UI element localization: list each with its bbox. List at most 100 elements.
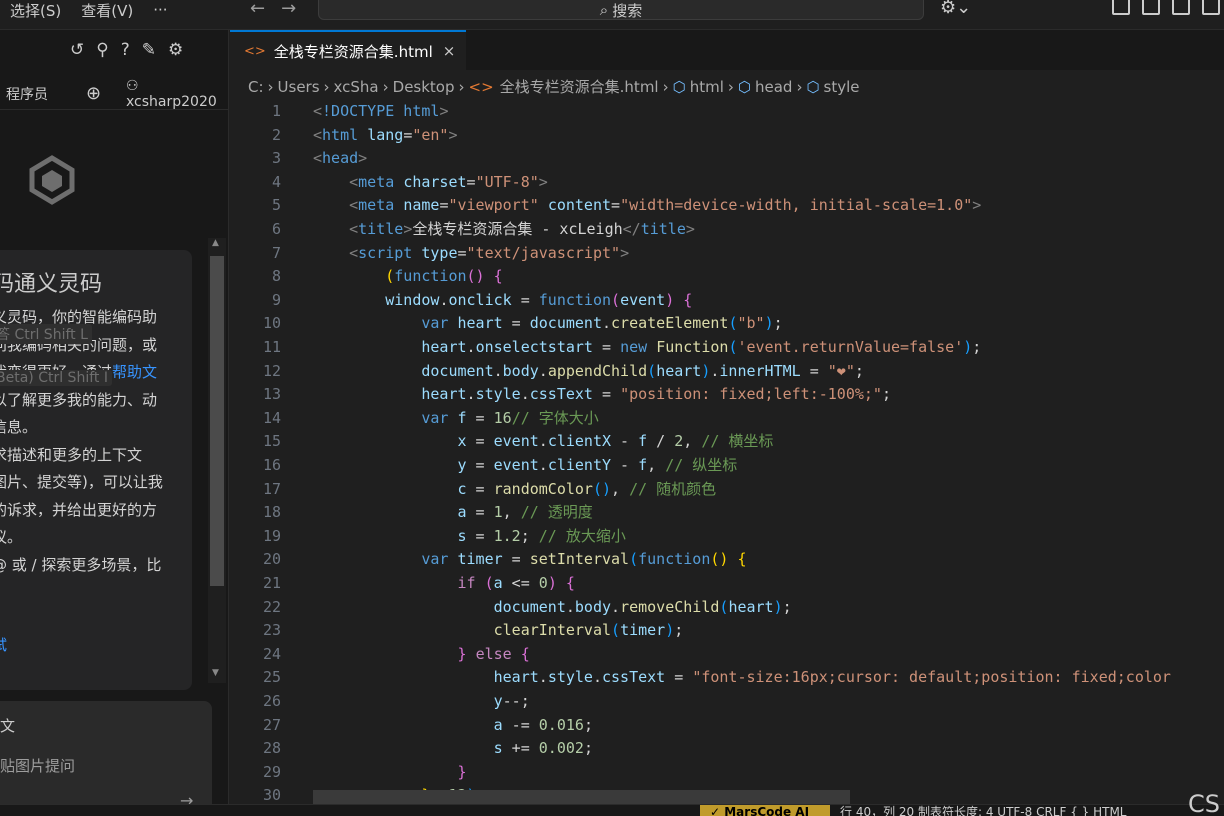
code-line[interactable]: 3 <head> bbox=[230, 147, 1224, 171]
code-line[interactable]: 2 <html lang="en"> bbox=[230, 124, 1224, 148]
code-line[interactable]: 8 (function() { bbox=[230, 265, 1224, 289]
code-line[interactable]: 20 var timer = setInterval(function() { bbox=[230, 548, 1224, 572]
toggle-sidebar-icon[interactable] bbox=[1142, 0, 1160, 15]
help-doc-link[interactable]: 帮助文 bbox=[112, 363, 157, 381]
breadcrumb-drive[interactable]: C: bbox=[248, 78, 264, 96]
gear-icon[interactable]: ⚙ bbox=[168, 40, 183, 60]
code-line[interactable]: 25 heart.style.cssText = "font-size:16px… bbox=[230, 666, 1224, 690]
toggle-panel-icon[interactable] bbox=[1172, 0, 1190, 15]
line-number: 19 bbox=[262, 526, 281, 545]
line-number: 2 bbox=[271, 125, 281, 144]
code-line[interactable]: 10 var heart = document.createElement("b… bbox=[230, 312, 1224, 336]
code-line[interactable]: 29 } bbox=[230, 761, 1224, 785]
code-line[interactable]: 1 <!DOCTYPE html> bbox=[230, 100, 1224, 124]
code-line[interactable]: 6 <title>全栈专栏资源合集 - xcLeigh</title> bbox=[230, 218, 1224, 242]
code-text: } bbox=[457, 762, 467, 781]
code-text: x = event.clientX - f / 2, // 横坐标 bbox=[457, 432, 774, 451]
code-line[interactable]: 4 <meta charset="UTF-8"> bbox=[230, 171, 1224, 195]
status-info[interactable]: 行 40，列 20 制表符长度: 4 UTF-8 CRLF { } HTML bbox=[840, 805, 1127, 816]
breadcrumb-user[interactable]: xcSha bbox=[334, 78, 379, 96]
code-line[interactable]: 7 <script type="text/javascript"> bbox=[230, 242, 1224, 266]
code-line[interactable]: 27 a -= 0.016; bbox=[230, 714, 1224, 738]
history-icon[interactable]: ↺ bbox=[70, 40, 84, 60]
try-link[interactable]: 试 bbox=[0, 634, 7, 655]
code-line[interactable]: 5 <meta name="viewport" content="width=d… bbox=[230, 194, 1224, 218]
user-account[interactable]: ⚇ xcsharp2020 bbox=[126, 78, 229, 110]
code-line[interactable]: 21 if (a <= 0) { bbox=[230, 572, 1224, 596]
code-text: s = 1.2; // 放大缩小 bbox=[457, 526, 626, 545]
code-line[interactable]: 12 document.body.appendChild(heart).inne… bbox=[230, 360, 1224, 384]
menu-view[interactable]: 查看(V) bbox=[81, 0, 133, 21]
line-number: 11 bbox=[262, 338, 281, 356]
forward-arrow-icon[interactable]: → bbox=[281, 0, 296, 19]
tab-label: 全栈专栏资源合集.html bbox=[273, 42, 433, 61]
breadcrumb-file[interactable]: 全栈专栏资源合集.html bbox=[500, 76, 659, 97]
code-line[interactable]: 17 c = randomColor(), // 随机颜色 bbox=[230, 478, 1224, 502]
chat-scrollbar[interactable]: ▲ ▼ bbox=[208, 238, 226, 683]
code-line[interactable]: 15 x = event.clientX - f / 2, // 横坐标 bbox=[230, 430, 1224, 454]
breadcrumb-html[interactable]: html bbox=[690, 78, 724, 96]
scroll-thumb[interactable] bbox=[210, 256, 224, 586]
code-text: <head> bbox=[313, 149, 368, 168]
breadcrumb-head[interactable]: head bbox=[755, 78, 792, 96]
line-number: 26 bbox=[262, 692, 281, 710]
input-context-label: 文 bbox=[0, 717, 16, 735]
tab-active-file[interactable]: <> 全栈专栏资源合集.html × bbox=[230, 30, 466, 70]
horizontal-scrollbar[interactable] bbox=[313, 790, 850, 804]
marscode-status[interactable]: ✓ MarsCode AI bbox=[700, 805, 830, 816]
line-number: 14 bbox=[262, 408, 281, 427]
close-tab-icon[interactable]: × bbox=[443, 42, 456, 60]
code-line[interactable]: 13 heart.style.cssText = "position: fixe… bbox=[230, 383, 1224, 407]
menu-more[interactable]: ··· bbox=[153, 1, 167, 19]
layout-customize-icon[interactable] bbox=[1112, 0, 1130, 15]
panel-header: 程序员 ⊕ ⚇ xcsharp2020 bbox=[0, 78, 229, 110]
search-label: 搜索 bbox=[612, 1, 643, 20]
code-text: (function() { bbox=[385, 267, 503, 286]
copilot-icon[interactable]: ⚙⌄ bbox=[940, 0, 971, 18]
code-line[interactable]: 28 s += 0.002; bbox=[230, 737, 1224, 761]
code-line[interactable]: 26 y--; bbox=[230, 690, 1224, 714]
code-line[interactable]: 16 y = event.clientY - f, // 纵坐标 bbox=[230, 454, 1224, 478]
line-number: 25 bbox=[262, 668, 281, 687]
share-icon[interactable]: ⚲ bbox=[96, 40, 108, 60]
code-line[interactable]: 18 a = 1, // 透明度 bbox=[230, 501, 1224, 525]
line-number: 28 bbox=[262, 739, 281, 758]
scroll-down-icon[interactable]: ▼ bbox=[212, 668, 219, 678]
help-icon[interactable]: ? bbox=[121, 40, 130, 60]
line-number: 4 bbox=[271, 172, 281, 191]
new-chat-icon[interactable]: ⊕ bbox=[86, 83, 101, 104]
tongyi-logo-icon bbox=[29, 155, 75, 205]
breadcrumb-style[interactable]: style bbox=[824, 78, 860, 96]
code-editor[interactable]: 1 <!DOCTYPE html> 2 <html lang="en"> 3 <head>… bbox=[230, 100, 1224, 805]
code-line[interactable]: 11 heart.onselectstart = new Function('e… bbox=[230, 336, 1224, 360]
code-text: var f = 16// 字体大小 bbox=[421, 408, 599, 427]
breadcrumb-users[interactable]: Users bbox=[278, 78, 320, 96]
code-line[interactable]: 23 clearInterval(timer); bbox=[230, 619, 1224, 643]
toggle-secondary-sidebar-icon[interactable] bbox=[1202, 0, 1220, 15]
code-line[interactable]: 9 window.onclick = function(event) { bbox=[230, 289, 1224, 313]
menu-bar: 选择(S) 查看(V) ··· bbox=[10, 0, 188, 20]
code-line[interactable]: 14 var f = 16// 字体大小 bbox=[230, 407, 1224, 431]
code-text: <title>全栈专栏资源合集 - xcLeigh</title> bbox=[349, 220, 695, 238]
user-name: xcsharp2020 bbox=[126, 93, 217, 110]
code-line[interactable]: 24 } else { bbox=[230, 643, 1224, 667]
breadcrumb-desktop[interactable]: Desktop bbox=[393, 78, 455, 96]
code-text: if (a <= 0) { bbox=[457, 574, 575, 592]
chat-input[interactable]: 文 贴图片提问 → bbox=[0, 701, 212, 816]
code-text: <html lang="en"> bbox=[313, 125, 458, 144]
code-text: heart.style.cssText = "font-size:16px;cu… bbox=[493, 668, 1171, 687]
line-number: 15 bbox=[262, 432, 281, 451]
wrench-icon[interactable]: ✎ bbox=[142, 40, 156, 60]
line-number: 21 bbox=[262, 574, 281, 592]
scroll-up-icon[interactable]: ▲ bbox=[212, 238, 219, 248]
back-arrow-icon[interactable]: ← bbox=[250, 0, 265, 19]
line-number: 23 bbox=[262, 621, 281, 640]
code-line[interactable]: 19 s = 1.2; // 放大缩小 bbox=[230, 525, 1224, 549]
code-text: clearInterval(timer); bbox=[493, 621, 684, 640]
code-text: window.onclick = function(event) { bbox=[385, 290, 693, 309]
code-text: y = event.clientY - f, // 纵坐标 bbox=[457, 456, 738, 474]
code-text: s += 0.002; bbox=[493, 739, 593, 758]
code-line[interactable]: 22 document.body.removeChild(heart); bbox=[230, 596, 1224, 620]
command-search[interactable]: ⌕ 搜索 bbox=[318, 0, 924, 20]
menu-select[interactable]: 选择(S) bbox=[10, 0, 61, 21]
